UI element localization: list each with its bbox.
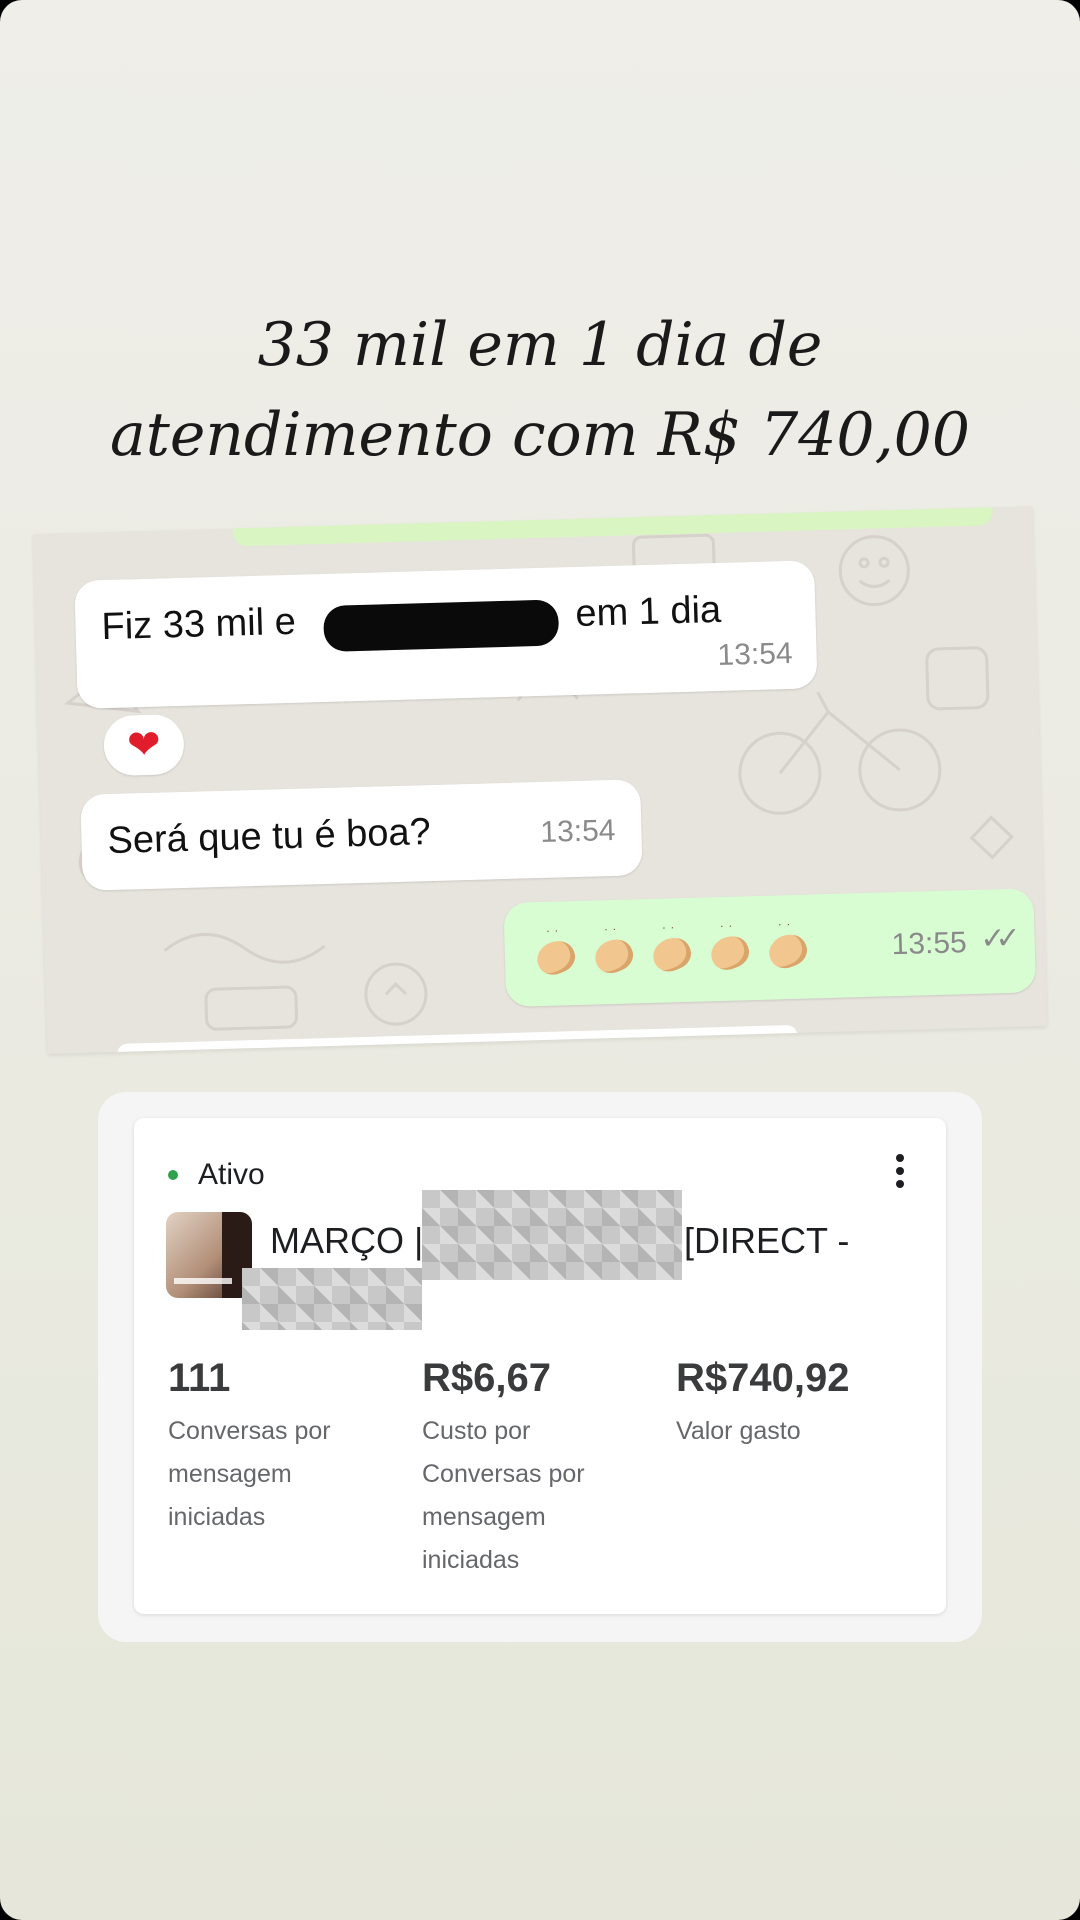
message-text: Fiz 33 mil e	[100, 600, 297, 649]
ad-campaign-card[interactable]: Ativo MARÇO | [DIRECT - 111 Conversas po…	[134, 1118, 946, 1614]
message-text: Será que tu é boa?	[106, 811, 432, 863]
story-frame: 33 mil em 1 dia de atendimento com R$ 74…	[0, 0, 1080, 1920]
message-bubble-sent[interactable]: ˙ ˙ ˙ ˙ ˙ ˙ ˙ ˙ ˙ ˙ 13:55 ✓✓	[503, 888, 1037, 1008]
heart-icon: ❤	[126, 722, 162, 768]
clapping-emoji-row: ˙ ˙ ˙ ˙ ˙ ˙ ˙ ˙ ˙ ˙	[530, 920, 813, 980]
status-dot-icon	[168, 1170, 178, 1180]
clapping-hands-icon: ˙ ˙	[762, 920, 813, 974]
double-check-icon: ✓✓	[979, 921, 1012, 956]
campaign-name[interactable]: MARÇO |	[270, 1220, 423, 1262]
clapping-hands-icon: ˙ ˙	[704, 922, 755, 975]
message-bubble-received[interactable]: Fiz 33 mil e em 1 dia 13:54	[74, 560, 818, 709]
clapping-hands-icon: ˙ ˙	[646, 924, 697, 977]
metric-conversations-label: Conversas por mensagem iniciadas	[168, 1417, 331, 1531]
metric-amount-spent-label: Valor gasto	[676, 1417, 801, 1445]
metric-conversations-value: 111	[168, 1356, 231, 1400]
metric-cost-per-conversation-value: R$6,67	[422, 1356, 551, 1400]
clapping-hands-icon: ˙ ˙	[588, 925, 639, 978]
headline-line-1: 33 mil em 1 dia de	[257, 310, 823, 380]
metric-cost-per-conversation-label: Custo por Conversas por mensagem iniciad…	[422, 1417, 585, 1574]
chat-screenshot: Fiz 33 mil e em 1 dia 13:54 ❤ Será que t…	[32, 506, 1048, 1054]
message-text-continued: em 1 dia	[574, 588, 722, 635]
pixelated-redaction	[242, 1268, 422, 1330]
headline: 33 mil em 1 dia de atendimento com R$ 74…	[60, 300, 1020, 480]
clapping-hands-icon: ˙ ˙	[530, 927, 581, 980]
more-options-icon[interactable]	[896, 1154, 904, 1188]
headline-line-2: atendimento com R$ 740,00	[109, 400, 971, 470]
message-bubble-received[interactable]: Será que tu é boa? 13:54	[80, 779, 643, 891]
message-timestamp: 13:54	[717, 636, 794, 672]
message-timestamp: 13:55	[891, 926, 968, 962]
redaction-scribble	[323, 599, 560, 652]
message-timestamp: 13:54	[539, 813, 616, 850]
campaign-status: Ativo	[198, 1158, 265, 1191]
pixelated-redaction	[422, 1190, 682, 1280]
campaign-name-end[interactable]: [DIRECT -	[684, 1220, 849, 1262]
heart-reaction[interactable]: ❤	[103, 713, 185, 777]
metric-amount-spent-value: R$740,92	[676, 1356, 850, 1400]
campaign-thumbnail	[166, 1212, 252, 1298]
